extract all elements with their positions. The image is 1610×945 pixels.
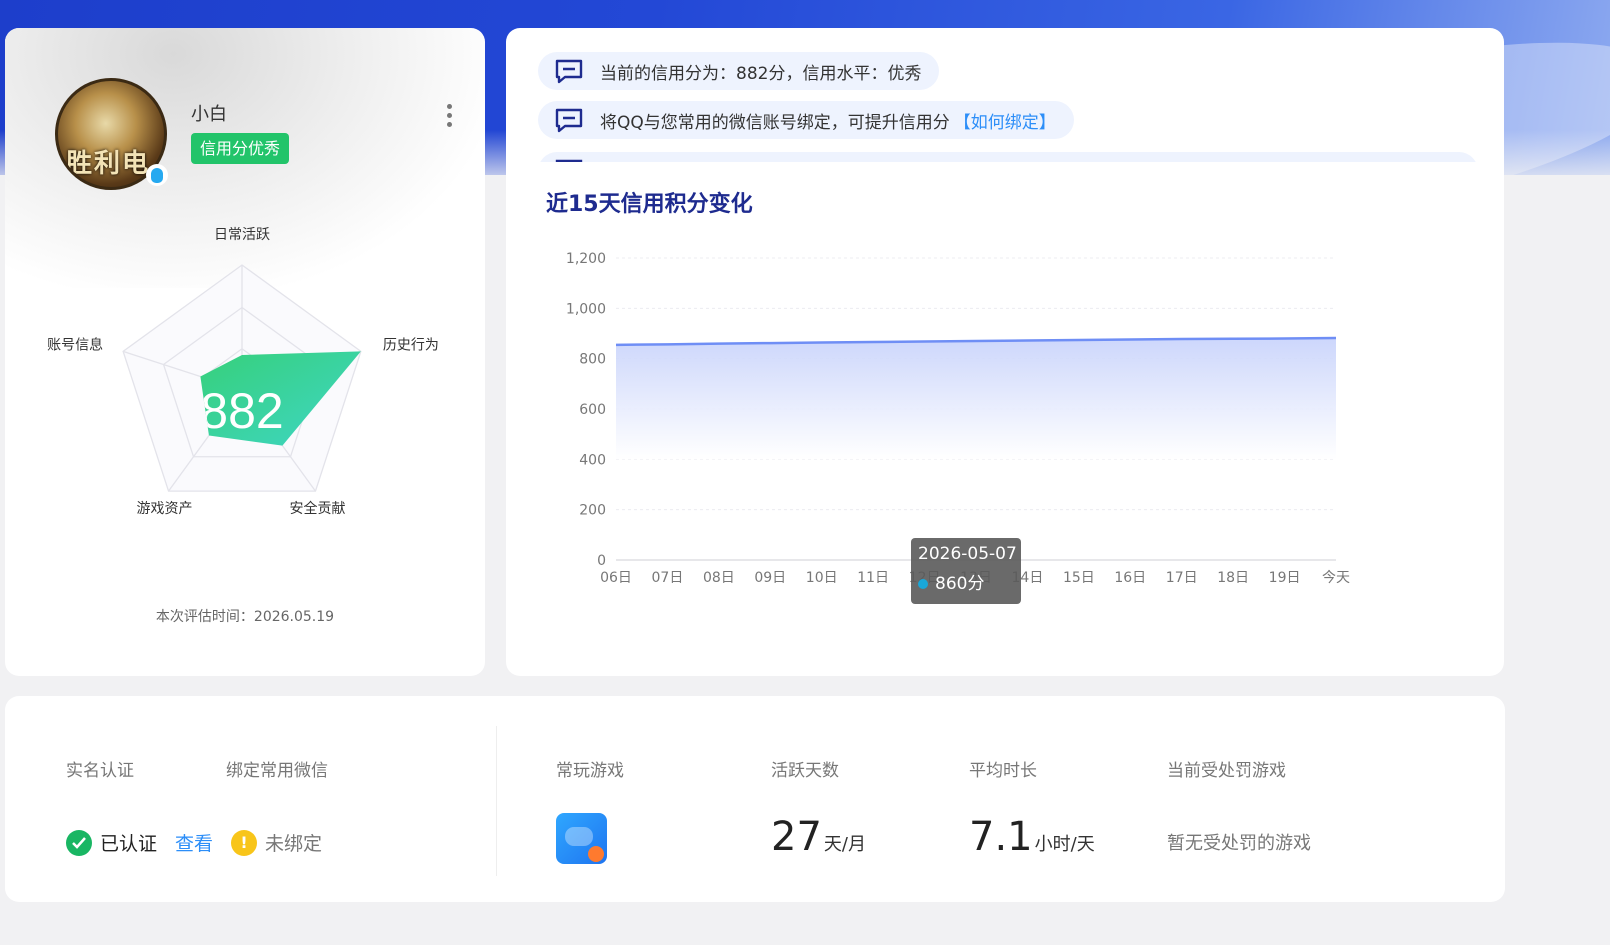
series-area: [616, 338, 1336, 460]
wechat-unbound-text: 未绑定: [265, 833, 323, 855]
account-stats-card: 实名认证 绑定常用微信 已认证 查看 ! 未绑定 常玩游戏 活跃天数 27 天/月…: [5, 696, 1505, 902]
radar-axis-label: 账号信息: [47, 336, 103, 353]
tooltip-value: 860分: [935, 574, 985, 594]
nickname: 小白: [191, 104, 227, 125]
avg-duration-value: 7.1 小时/天: [969, 814, 1095, 860]
x-tick-label: 15日: [1063, 570, 1095, 586]
realname-label: 实名认证: [66, 761, 134, 781]
x-tick-label: 11日: [857, 570, 889, 586]
y-tick-label: 1,200: [566, 251, 606, 267]
y-tick-label: 800: [579, 352, 606, 368]
qq-penguin-icon: [146, 164, 168, 186]
tooltip-value-row: 860分: [918, 569, 1021, 594]
y-axis-ticks: 0 200 400 600 800 1,000 1,200: [566, 251, 606, 569]
penalty-value: 暂无受处罚的游戏: [1167, 833, 1311, 854]
more-options-icon[interactable]: [444, 104, 454, 132]
x-tick-label: 07日: [652, 570, 684, 586]
evaluation-time: 本次评估时间：2026.05.19: [155, 609, 335, 625]
chart-tooltip: 2026-05-07 860分: [911, 538, 1021, 604]
radar-axis-label: 历史行为: [383, 337, 439, 353]
y-tick-label: 1,000: [566, 301, 606, 317]
x-tick-label: 18日: [1217, 570, 1249, 586]
radar-axis-label: 日常活跃: [214, 227, 270, 243]
x-tick-label: 16日: [1114, 570, 1146, 586]
radar-axis-label: 安全贡献: [289, 500, 345, 517]
series-marker-icon: [918, 579, 928, 589]
profile-card: 胜利电竞 小白 信用分优秀 882 日常活跃历史行为安全贡献游戏资产账号信息 本…: [5, 28, 485, 676]
tooltip-date: 2026-05-07: [918, 544, 1017, 564]
active-days-value: 27 天/月: [771, 814, 866, 860]
y-tick-label: 600: [579, 402, 606, 418]
y-tick-label: 0: [597, 553, 606, 569]
active-days-number: 27: [771, 814, 822, 860]
x-tick-label: 09日: [754, 570, 786, 586]
credit-level-badge: 信用分优秀: [191, 133, 290, 164]
x-tick-label: 06日: [600, 570, 632, 586]
vertical-divider: [496, 726, 497, 876]
active-days-label: 活跃天数: [771, 761, 839, 781]
verified-text: 已认证: [100, 833, 158, 855]
active-days-unit: 天/月: [823, 834, 866, 855]
x-tick-label: 08日: [703, 570, 735, 586]
y-tick-label: 400: [579, 452, 606, 468]
wechat-label: 绑定常用微信: [226, 761, 328, 781]
frequent-games-label: 常玩游戏: [556, 761, 624, 781]
check-circle-icon: [66, 829, 92, 856]
warning-icon: !: [231, 829, 258, 856]
penalty-label: 当前受处罚游戏: [1167, 761, 1286, 781]
radar-axis-label: 游戏资产: [137, 501, 193, 517]
view-verification-link[interactable]: 查看: [175, 829, 213, 856]
avg-duration-number: 7.1: [969, 814, 1033, 860]
avg-duration-unit: 小时/天: [1034, 834, 1095, 855]
verification-status: 已认证 查看 ! 未绑定: [66, 829, 322, 856]
game-app-icon[interactable]: [556, 813, 607, 864]
radar-chart: 882 日常活跃历史行为安全贡献 游戏资产 账号信息: [47, 227, 439, 517]
avg-duration-label: 平均时长: [969, 761, 1037, 781]
x-tick-label: 19日: [1269, 570, 1301, 586]
x-tick-label: 10日: [806, 570, 838, 586]
x-tick-label: 17日: [1166, 570, 1198, 586]
y-tick-label: 200: [579, 503, 606, 519]
credit-chart-card: 当前的信用分为：882分，信用水平：优秀 将QQ与您常用的微信账号绑定，可提升信…: [506, 28, 1504, 676]
credit-score: 882: [200, 383, 283, 439]
x-tick-label: 今天: [1322, 570, 1350, 586]
